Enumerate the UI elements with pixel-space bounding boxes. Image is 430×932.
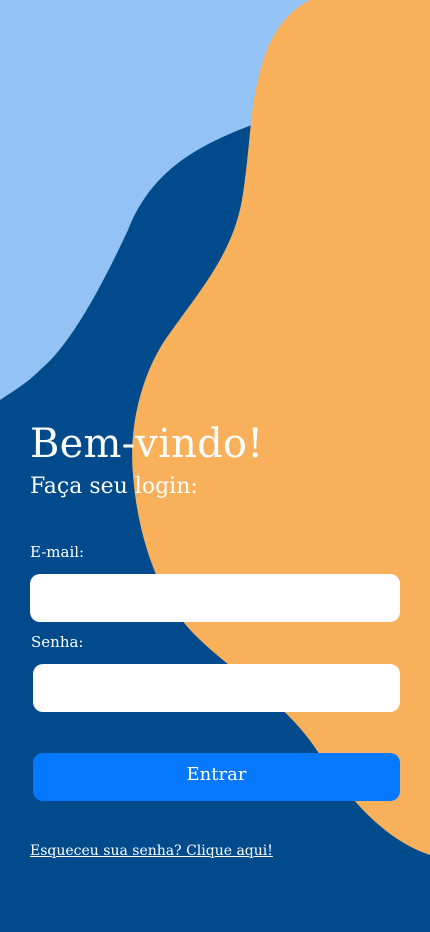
password-label: Senha:	[31, 633, 84, 651]
password-field[interactable]	[33, 664, 400, 712]
welcome-title: Bem-vindo!	[30, 421, 264, 467]
forgot-password-link[interactable]: Esqueceu sua senha? Clique aqui!	[30, 841, 273, 861]
email-field[interactable]	[30, 574, 400, 622]
login-button[interactable]: Entrar	[33, 753, 400, 801]
email-label: E-mail:	[30, 543, 85, 561]
login-screen: Bem-vindo! Faça seu login: E-mail: Senha…	[0, 0, 430, 932]
login-subtitle: Faça seu login:	[30, 474, 198, 499]
